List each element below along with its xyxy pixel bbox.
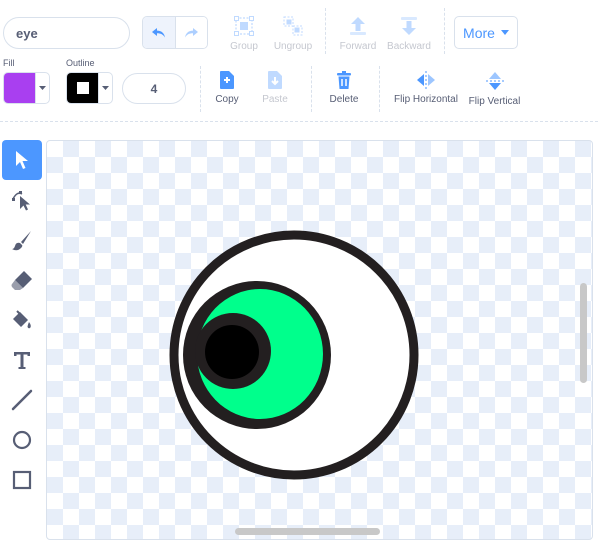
rectangle-tool[interactable] [2, 460, 42, 500]
copy-label: Copy [215, 94, 239, 105]
reshape-tool[interactable] [2, 180, 42, 220]
outline-label: Outline [66, 58, 95, 68]
copy-button[interactable]: Copy [211, 70, 243, 105]
backward-label: Backward [387, 41, 431, 52]
circle-tool[interactable] [2, 420, 42, 460]
brush-icon [12, 231, 31, 251]
fill-label: Fill [3, 58, 15, 68]
group-icon [234, 16, 254, 36]
line-icon [11, 389, 33, 411]
ungroup-button[interactable]: Ungroup [272, 15, 314, 52]
flip-horizontal-label: Flip Horizontal [394, 94, 458, 105]
more-label: More [463, 24, 495, 41]
delete-button[interactable]: Delete [326, 70, 362, 105]
circle-icon [12, 430, 32, 450]
copy-icon [220, 71, 234, 89]
delete-label: Delete [329, 94, 359, 105]
flip-vertical-icon [485, 72, 504, 90]
fill-color-picker[interactable] [3, 72, 50, 104]
text-tool[interactable] [2, 340, 42, 380]
fill-tool[interactable] [2, 300, 42, 340]
eraser-icon [11, 271, 32, 290]
tool-palette [0, 140, 44, 500]
text-icon [14, 352, 30, 369]
redo-icon [185, 27, 199, 37]
vertical-scrollbar[interactable] [580, 283, 587, 383]
caret-down-icon [36, 73, 49, 103]
costume-name-input[interactable] [3, 17, 130, 49]
forward-label: Forward [339, 41, 377, 52]
undo-button[interactable] [143, 17, 175, 48]
brush-tool[interactable] [2, 220, 42, 260]
pupil [205, 325, 259, 379]
backward-icon [401, 17, 417, 35]
paste-label: Paste [262, 94, 288, 105]
arrow-cursor-icon [16, 151, 28, 169]
forward-button[interactable]: Forward [338, 15, 378, 52]
flip-horizontal-button[interactable]: Flip Horizontal [392, 70, 460, 105]
ungroup-label: Ungroup [273, 41, 313, 52]
paint-bucket-icon [13, 310, 31, 329]
eye-costume [169, 230, 419, 480]
undo-icon [151, 27, 165, 37]
group-label: Group [230, 41, 258, 52]
group-button[interactable]: Group [228, 15, 260, 52]
outline-color-picker[interactable] [66, 72, 113, 104]
flip-vertical-button[interactable]: Flip Vertical [467, 70, 522, 107]
trash-icon [337, 71, 351, 89]
select-tool[interactable] [2, 140, 42, 180]
divider [325, 8, 326, 54]
paste-button[interactable]: Paste [259, 70, 291, 105]
flip-vertical-label: Flip Vertical [468, 96, 521, 107]
divider [200, 66, 201, 112]
outline-swatch [67, 73, 99, 103]
toolbar-divider [0, 121, 598, 122]
fill-swatch [4, 73, 36, 103]
rectangle-icon [12, 470, 32, 490]
redo-button[interactable] [174, 17, 207, 48]
reshape-icon [12, 191, 30, 211]
paint-canvas[interactable] [46, 140, 593, 540]
forward-icon [350, 17, 366, 35]
paste-icon [268, 71, 282, 89]
line-tool[interactable] [2, 380, 42, 420]
more-button[interactable]: More [454, 16, 518, 49]
outline-swatch-inner [76, 82, 89, 94]
flip-horizontal-icon [417, 71, 435, 89]
divider [379, 66, 380, 112]
backward-button[interactable]: Backward [386, 15, 432, 52]
caret-down-icon [500, 29, 509, 35]
ungroup-icon [283, 16, 303, 36]
divider [444, 8, 445, 54]
outline-width-input[interactable] [122, 73, 186, 104]
divider [311, 66, 312, 112]
undo-redo-group [142, 16, 208, 49]
horizontal-scrollbar[interactable] [235, 528, 380, 535]
caret-down-icon [99, 73, 112, 103]
eraser-tool[interactable] [2, 260, 42, 300]
